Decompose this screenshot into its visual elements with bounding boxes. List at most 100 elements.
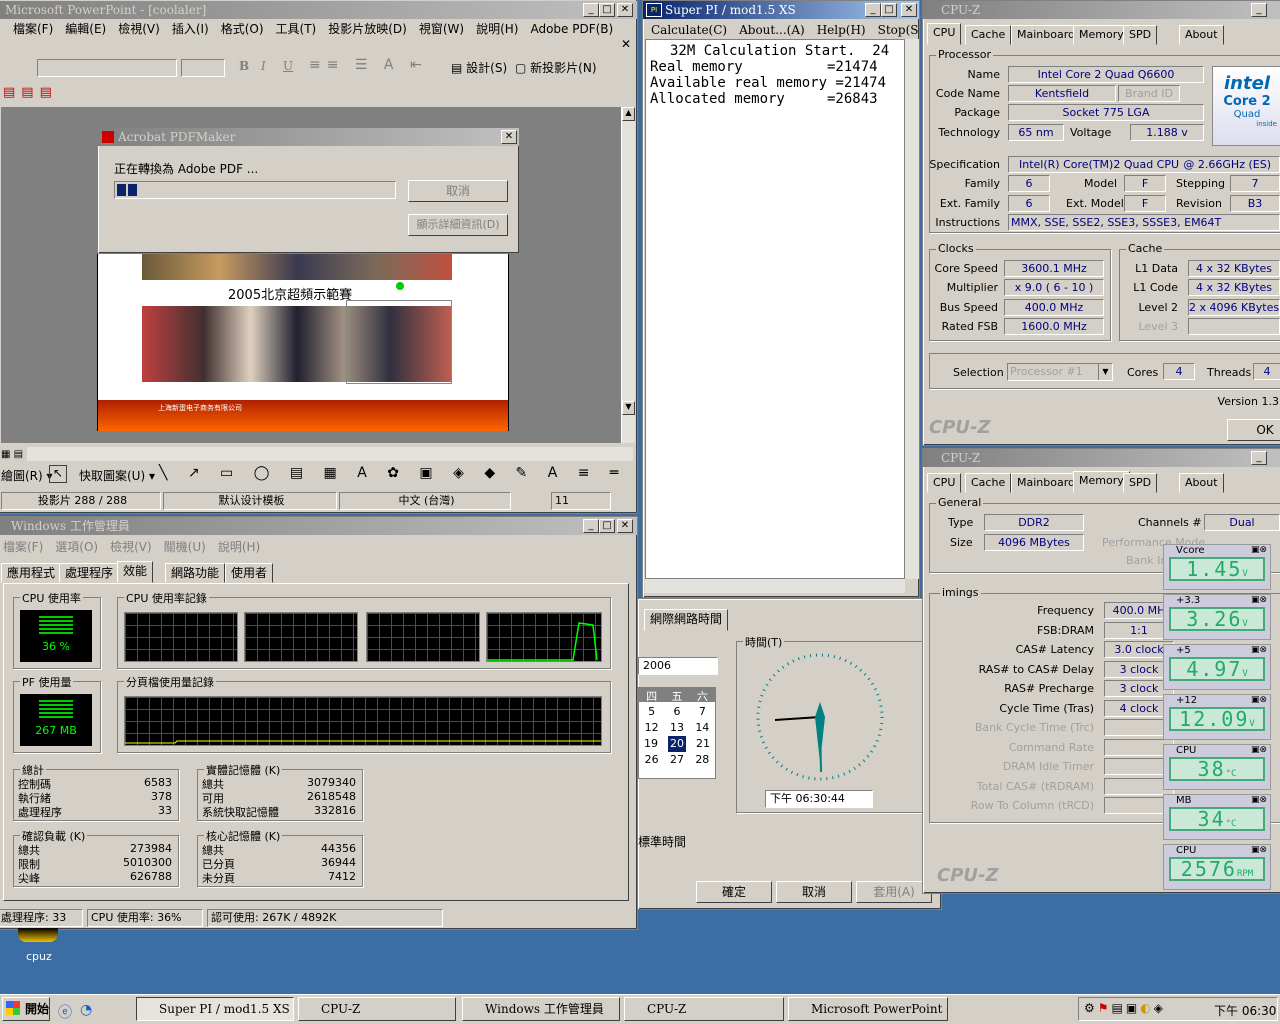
tm-menu-help[interactable]: 說明(H) (212, 537, 266, 557)
close-icon[interactable]: ▣⊗ (1251, 845, 1267, 855)
tm-menu-file[interactable]: 檔案(F) (0, 537, 49, 557)
tab-internet-time[interactable]: 網際網路時間 (644, 609, 729, 631)
processor-selection-dropdown[interactable]: Processor #1 ▼ (1007, 363, 1113, 381)
calendar-day[interactable]: 20 (668, 736, 686, 752)
taskbar-superpi[interactable]: Super PI / mod1.5 XS (136, 997, 294, 1021)
tm-minimize-button[interactable]: _ (583, 519, 599, 533)
cpuz2-tab-spd[interactable]: SPD (1123, 473, 1158, 493)
close-icon[interactable]: ▣⊗ (1251, 695, 1267, 705)
menu-edit[interactable]: 編輯(E) (59, 19, 112, 39)
pdfmaker-details-button[interactable]: 顯示詳細資訊(D) (408, 214, 508, 236)
calendar-day[interactable]: 7 (699, 704, 706, 720)
slide[interactable]: 2005北京超頻示範賽 上海新蛋电子商务有限公司 (97, 251, 509, 431)
monitor-gadget[interactable]: CPU ▣⊗ 2576RPM (1163, 844, 1271, 890)
explorer-quicklaunch-icon[interactable]: ◔ (80, 1002, 92, 1018)
new-slide-button[interactable]: ▢ 新投影片(N) (515, 59, 597, 76)
autoshapes-menu[interactable]: 快取圖案(U) ▾ (79, 467, 155, 484)
superpi-menu-help[interactable]: Help(H) (811, 20, 872, 40)
design-button[interactable]: ▤ 設計(S) (451, 59, 507, 76)
calendar-day[interactable]: 5 (648, 704, 655, 720)
calendar-day[interactable]: 27 (670, 752, 684, 768)
taskbar-cpuz-2[interactable]: CPU-Z (624, 997, 784, 1021)
powerpoint-titlebar[interactable]: Microsoft PowerPoint - [coolaler] (0, 1, 637, 19)
cpuz1-tab-memory[interactable]: Memory (1073, 25, 1130, 45)
rotate-handle[interactable] (396, 282, 404, 290)
superpi-minimize-button[interactable]: _ (865, 3, 881, 17)
cpuz1-titlebar[interactable]: CPU-Z (923, 1, 1280, 19)
taskbar-cpuz-1[interactable]: CPU-Z (298, 997, 456, 1021)
cpuz2-tab-about[interactable]: About (1179, 473, 1224, 493)
calendar-days[interactable]: 5 6 7 12 13 14 19 20 21 26 27 28 (639, 702, 715, 768)
superpi-vscrollbar[interactable] (905, 39, 919, 579)
calendar-day[interactable]: 21 (696, 736, 710, 752)
tray-icons[interactable]: ⚙⚑▤▣◐◈ (1084, 1001, 1166, 1015)
menu-file[interactable]: 檔案(F) (7, 19, 59, 39)
underline-icon[interactable]: U (283, 59, 293, 73)
tray-clock[interactable]: 下午 06:30 (1214, 1002, 1276, 1019)
tab-applications[interactable]: 應用程式 (1, 563, 62, 583)
tm-menu-shutdown[interactable]: 關機(U) (158, 537, 212, 557)
horizontal-scrollbar[interactable] (27, 447, 633, 461)
monitor-gadget[interactable]: +3.3 ▣⊗ 3.26V (1163, 594, 1271, 640)
task-manager-titlebar[interactable]: Windows 工作管理員 (0, 517, 637, 535)
superpi-menu-stop[interactable]: Stop(S) (872, 20, 919, 40)
superpi-menu-calculate[interactable]: Calculate(C) (645, 20, 733, 40)
cpuz2-tab-cpu[interactable]: CPU (927, 473, 962, 493)
draw-menu[interactable]: 繪圖(R) ▾ (1, 467, 53, 484)
superpi-close-button[interactable]: ✕ (901, 3, 917, 17)
menu-slideshow[interactable]: 投影片放映(D) (322, 19, 413, 39)
menu-view[interactable]: 檢視(V) (112, 19, 166, 39)
calendar-day[interactable]: 13 (670, 720, 684, 736)
monitor-gadget[interactable]: +5 ▣⊗ 4.97V (1163, 644, 1271, 690)
close-button[interactable]: ✕ (617, 3, 633, 17)
pdfmaker-close-button[interactable]: ✕ (501, 130, 517, 144)
ie-quicklaunch-icon[interactable]: ⓔ (58, 1002, 72, 1022)
cpuz2-minimize-button[interactable]: _ (1251, 451, 1267, 465)
apply-button[interactable]: 套用(A) (856, 881, 932, 903)
tm-menu-view[interactable]: 檢視(V) (104, 537, 158, 557)
menu-window[interactable]: 視窗(W) (413, 19, 470, 39)
cpuz1-tab-mainboard[interactable]: Mainboard (1011, 25, 1082, 45)
taskbar-powerpoint[interactable]: Microsoft PowerPoint - [c... (788, 997, 948, 1021)
monitor-gadget[interactable]: MB ▣⊗ 34°C (1163, 794, 1271, 840)
year-spinner[interactable]: 2006 (638, 657, 718, 675)
cpuz2-tab-mainboard[interactable]: Mainboard (1011, 473, 1082, 493)
font-combo[interactable] (37, 59, 177, 77)
menu-adobe-pdf[interactable]: Adobe PDF(B) (524, 19, 619, 39)
calendar-day[interactable]: 28 (695, 752, 709, 768)
cpuz1-minimize-button[interactable]: _ (1251, 3, 1267, 17)
cpuz1-tab-about[interactable]: About (1179, 25, 1224, 45)
tab-performance[interactable]: 效能 (117, 561, 154, 583)
tab-users[interactable]: 使用者 (225, 563, 274, 583)
cpuz1-tab-spd[interactable]: SPD (1123, 25, 1158, 45)
cpuz1-ok-button[interactable]: OK (1227, 419, 1280, 441)
menu-insert[interactable]: 插入(I) (166, 19, 215, 39)
monitor-gadget[interactable]: Vcore ▣⊗ 1.45V (1163, 544, 1271, 590)
menu-tools[interactable]: 工具(T) (270, 19, 323, 39)
tab-processes[interactable]: 處理程序 (59, 563, 120, 583)
close-icon[interactable]: ▣⊗ (1251, 645, 1267, 655)
close-icon[interactable]: ▣⊗ (1251, 795, 1267, 805)
superpi-hscrollbar[interactable] (645, 579, 905, 593)
cpuz1-tab-cache[interactable]: Cache (965, 25, 1012, 45)
calendar-day[interactable]: 26 (645, 752, 659, 768)
size-combo[interactable] (181, 59, 225, 77)
cpuz2-titlebar[interactable]: CPU-Z (923, 449, 1280, 467)
cpuz-desktop-icon[interactable] (18, 928, 58, 942)
select-pointer-icon[interactable]: ↖ (49, 465, 67, 483)
calendar-day[interactable]: 14 (695, 720, 709, 736)
doc-close-icon[interactable]: ✕ (621, 37, 631, 51)
slide-title[interactable]: 2005北京超頻示範賽 (228, 284, 352, 303)
align-icons[interactable]: ≡≡ ☰ A ⇤ (309, 57, 428, 73)
bold-icon[interactable]: B (239, 59, 249, 73)
time-field[interactable]: 下午 06:30:44 (765, 790, 873, 808)
italic-icon[interactable]: I (261, 59, 266, 73)
menu-format[interactable]: 格式(O) (215, 19, 270, 39)
draw-shape-icons[interactable]: ╲ ↗ ▭ ◯ ▤ ▦ A ✿ ▣ ◈ ◆ ✎ A ≡ ═ ⇄ ▣ ▨ (159, 465, 637, 481)
calendar-day[interactable]: 6 (673, 704, 680, 720)
pdfmaker-titlebar[interactable]: Acrobat PDFMaker (98, 128, 519, 146)
ok-button[interactable]: 確定 (696, 881, 772, 903)
close-icon[interactable]: ▣⊗ (1251, 595, 1267, 605)
maximize-button[interactable]: □ (599, 3, 615, 17)
menu-help[interactable]: 說明(H) (470, 19, 524, 39)
